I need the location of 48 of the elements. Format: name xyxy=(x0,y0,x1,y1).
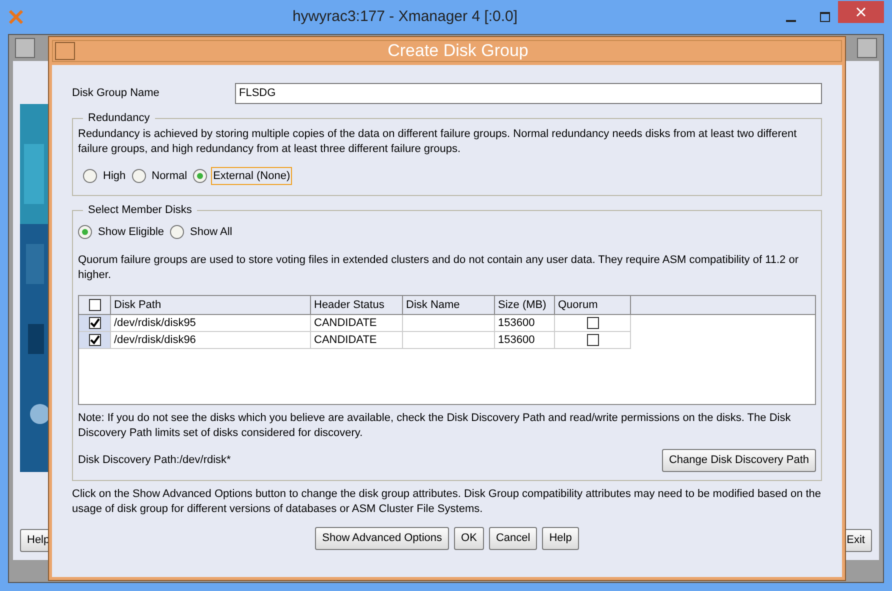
checkbox[interactable] xyxy=(586,334,598,346)
maximize-button[interactable] xyxy=(857,38,877,58)
change-path-button[interactable]: Change Disk Discovery Path xyxy=(662,449,816,472)
checkbox[interactable] xyxy=(88,317,100,329)
radio-button[interactable] xyxy=(83,168,97,183)
dialog-button[interactable]: OK xyxy=(454,527,484,550)
minimize-button[interactable] xyxy=(55,42,75,60)
dialog-title: Create Disk Group xyxy=(386,40,530,62)
close-button[interactable] xyxy=(838,1,884,23)
radio-option[interactable]: Show All xyxy=(170,222,234,241)
maximize-icon[interactable] xyxy=(820,12,830,22)
app-icon xyxy=(8,9,24,25)
table-cell: /dev/rdisk/disk96 xyxy=(111,332,311,348)
column-header[interactable]: Size (MB) xyxy=(495,296,555,314)
table-cell: CANDIDATE xyxy=(311,332,403,348)
checkbox[interactable] xyxy=(586,317,598,329)
column-header[interactable]: Disk Name xyxy=(403,296,495,314)
table-cell: 153600 xyxy=(495,315,555,331)
table-cell: /dev/rdisk/disk95 xyxy=(111,315,311,331)
column-header[interactable]: Quorum xyxy=(555,296,631,314)
window-title: hywyrac3:177 - Xmanager 4 [:0.0] xyxy=(291,6,519,27)
table-cell: CANDIDATE xyxy=(311,315,403,331)
column-header[interactable]: Disk Path xyxy=(111,296,311,314)
description-text: Redundancy is achieved by storing multiple copies of the data on different failure groups. Normal redundancy needs disks from at least two different failure groups, and high redundancy from at least three different failure groups. xyxy=(78,126,798,156)
close-icon xyxy=(856,7,866,17)
column-header[interactable]: Header Status xyxy=(311,296,403,314)
discovery-path-text: Disk Discovery Path:/dev/rdisk* xyxy=(78,453,231,468)
dialog-button[interactable]: Help xyxy=(542,527,579,550)
radio-button[interactable] xyxy=(170,224,184,239)
quorum-note: Quorum failure groups are used to store voting files in extended clusters and do not contain any user data. They require ASM compatibility of 11.2 or higher. xyxy=(78,253,800,283)
checkbox[interactable] xyxy=(88,334,100,346)
radio-option[interactable]: Normal xyxy=(132,166,190,185)
name-field[interactable]: FLSDG xyxy=(235,83,822,104)
checkbox[interactable] xyxy=(88,299,100,311)
group-legend: Select Member Disks xyxy=(83,202,197,218)
radio-option[interactable]: Show Eligible xyxy=(78,222,166,241)
group-legend: Redundancy xyxy=(83,110,155,126)
dialog-button[interactable]: Show Advanced Options xyxy=(315,527,450,550)
note-text: Note: If you do not see the disks which you believe are available, check the Disk Discovery Path and read/write permissions on the disks. The Disk Discovery Path limits set of disks considered for discovery. xyxy=(78,411,792,441)
table-cell: 153600 xyxy=(495,332,555,348)
minimize-button[interactable] xyxy=(15,38,35,58)
dialog-button[interactable]: Cancel xyxy=(488,527,538,550)
radio-button[interactable] xyxy=(193,168,208,183)
advanced-note: Click on the Show Advanced Options button to change the disk group attributes. Disk Group compatibility attributes may need to be modified based on the usage of disk group for different versions of databases or ASM Cluster File Systems. xyxy=(72,487,822,517)
radio-button[interactable] xyxy=(78,224,92,239)
radio-button[interactable] xyxy=(132,168,146,183)
radio-option[interactable]: High xyxy=(83,166,128,185)
field-label: Disk Group Name xyxy=(72,86,160,102)
